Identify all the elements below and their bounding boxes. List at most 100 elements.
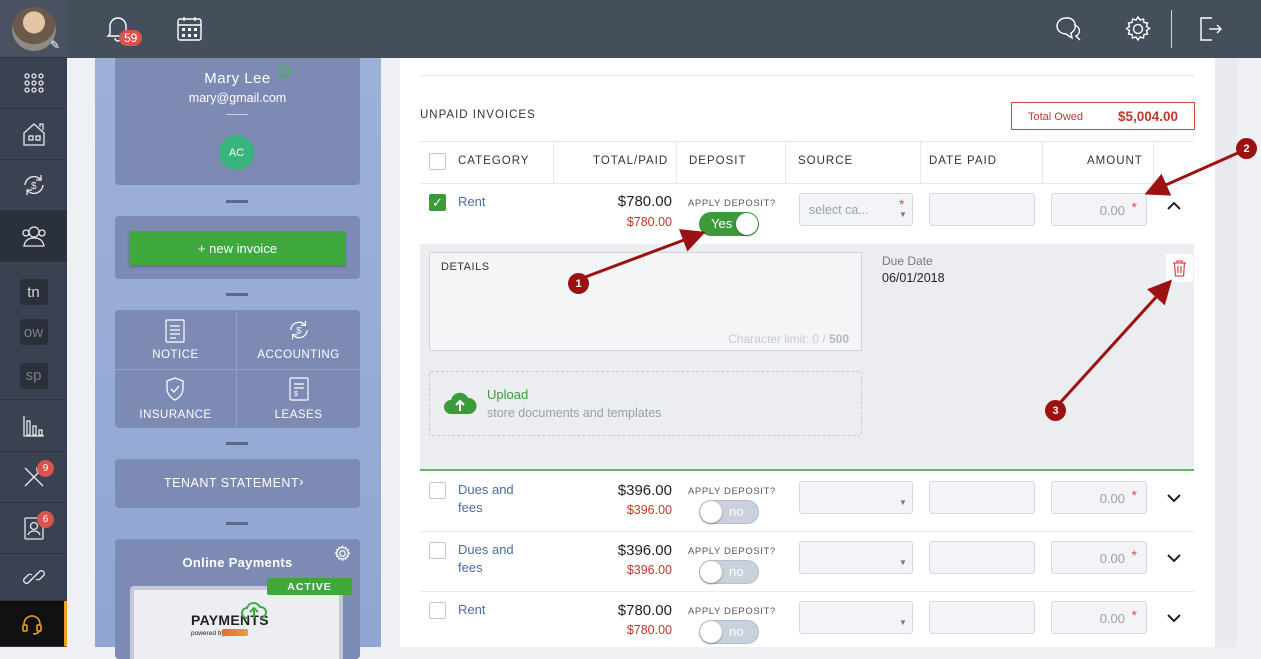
header-col-divider (785, 142, 786, 184)
rail-item-tn[interactable]: tn (0, 272, 67, 312)
chevron-right-icon: › (299, 473, 304, 489)
rail-label-ow: ow (19, 319, 48, 345)
leases-document-icon: $ (289, 377, 309, 401)
row-checkbox-checked[interactable]: ✓ (429, 194, 446, 211)
upload-dropzone[interactable]: Upload store documents and templates (429, 371, 862, 436)
deposit-toggle-off[interactable]: no (699, 500, 759, 524)
powered-by-logo-mark (222, 629, 248, 636)
delete-button[interactable] (1166, 254, 1193, 282)
support-headset-icon[interactable] (0, 601, 67, 647)
amount-input[interactable]: 0.00 * (1051, 541, 1147, 574)
accounting-link[interactable]: $ ACCOUNTING (237, 310, 360, 369)
logout-icon[interactable] (1197, 15, 1223, 48)
toggle-knob (700, 501, 722, 523)
svg-text:$: $ (294, 391, 298, 398)
row-category[interactable]: Rent (458, 601, 485, 619)
deposit-toggle-off[interactable]: no (699, 620, 759, 644)
amount-input[interactable]: 0.00 * (1051, 193, 1147, 226)
leases-link[interactable]: $ LEASES (237, 370, 360, 428)
payments-settings-gear-icon[interactable] (334, 545, 351, 562)
col-deposit: DEPOSIT (689, 155, 747, 167)
scroll-gutter (1215, 58, 1237, 647)
row-total: $780.00 (617, 193, 672, 210)
properties-icon[interactable] (0, 109, 67, 160)
select-arrow-icon: ▼ (899, 558, 907, 567)
profile-divider (226, 114, 248, 115)
annotation-callout-1: 1 (568, 273, 589, 294)
contacts-icon[interactable]: 6 (0, 503, 67, 554)
chat-icon[interactable] (1054, 15, 1084, 48)
rail-label-tn: tn (19, 279, 48, 305)
online-payments-card: Online Payments PAYMENTS powered by ACTI… (115, 539, 360, 659)
amount-input[interactable]: 0.00 * (1051, 601, 1147, 634)
notice-document-icon (165, 319, 185, 343)
details-label: DETAILS (441, 261, 490, 273)
insurance-link[interactable]: INSURANCE (115, 370, 236, 428)
source-select[interactable]: ▼ (799, 541, 913, 574)
settings-gear-icon[interactable] (1124, 15, 1152, 48)
expand-chevron-down-icon[interactable] (1166, 551, 1182, 569)
col-category: CATEGORY (458, 155, 530, 167)
collapse-chevron-up-icon[interactable] (1166, 199, 1182, 217)
tenants-icon[interactable] (0, 211, 67, 262)
select-arrow-icon: ▼ (899, 618, 907, 627)
new-invoice-button[interactable]: + new invoice (129, 231, 346, 265)
tenant-statement-button[interactable]: TENANT STATEMENT › (115, 459, 360, 508)
profile-card: Mary Lee mary@gmail.com AC (115, 58, 360, 185)
expand-chevron-down-icon[interactable] (1166, 491, 1182, 509)
rail-label-sp: sp (19, 362, 48, 389)
date-paid-input[interactable] (929, 481, 1035, 514)
pin-icon[interactable]: ✎ (50, 38, 60, 52)
deposit-toggle-off[interactable]: no (699, 560, 759, 584)
date-paid-input[interactable] (929, 601, 1035, 634)
apps-grid-icon[interactable] (0, 58, 67, 109)
row-category[interactable]: Dues and fees (458, 481, 528, 517)
amount-placeholder: 0.00 (1099, 491, 1125, 506)
contacts-badge: 6 (37, 511, 54, 528)
total-owed-box: Total Owed $5,004.00 (1011, 102, 1195, 130)
row-category[interactable]: Rent (458, 193, 485, 211)
row-total: $396.00 (617, 542, 672, 559)
payments-cycle-icon[interactable]: $ (0, 160, 67, 211)
details-textarea[interactable]: DETAILS Character limit: 0 / 500 (429, 252, 862, 351)
calendar-icon[interactable] (176, 15, 203, 47)
top-bar: 59 (67, 0, 1261, 58)
rail-item-ow[interactable]: ow (0, 312, 67, 352)
source-select[interactable]: ▼ (799, 481, 913, 514)
link-chain-icon[interactable] (0, 554, 67, 601)
char-limit-prefix: Character limit: 0 / (728, 332, 829, 346)
row-category[interactable]: Dues and fees (458, 541, 528, 577)
row-total: $396.00 (617, 482, 672, 499)
section-divider (226, 442, 248, 445)
insurance-label: INSURANCE (139, 409, 212, 421)
initials-avatar[interactable]: AC (219, 135, 254, 170)
rail-item-sp[interactable]: sp (0, 352, 67, 400)
avatar[interactable]: ✎ (0, 0, 67, 58)
trash-icon (1173, 260, 1186, 277)
deposit-toggle-text: no (729, 624, 744, 639)
amount-placeholder: 0.00 (1099, 611, 1125, 626)
notice-link[interactable]: NOTICE (115, 310, 236, 369)
header-col-divider (920, 142, 921, 184)
date-paid-input[interactable] (929, 541, 1035, 574)
payments-logo-frame[interactable]: PAYMENTS powered by (130, 586, 343, 659)
char-limit: Character limit: 0 / 500 (728, 332, 849, 346)
link-status-icon[interactable] (278, 66, 290, 78)
select-all-checkbox[interactable] (429, 153, 446, 170)
row-checkbox[interactable] (429, 542, 446, 559)
source-select[interactable]: ▼ (799, 601, 913, 634)
profile-email: mary@gmail.com (188, 91, 287, 105)
row-checkbox[interactable] (429, 602, 446, 619)
date-paid-input[interactable] (929, 193, 1035, 226)
maintenance-tools-icon[interactable]: 9 (0, 452, 67, 503)
deposit-toggle-on[interactable]: Yes (699, 212, 759, 236)
reports-chart-icon[interactable] (0, 400, 67, 452)
header-col-divider (676, 142, 677, 184)
amount-input[interactable]: 0.00 * (1051, 481, 1147, 514)
tools-badge: 9 (37, 460, 54, 477)
toggle-knob (700, 561, 722, 583)
expand-chevron-down-icon[interactable] (1166, 611, 1182, 629)
row-checkbox[interactable] (429, 482, 446, 499)
invoice-card: + new invoice (115, 216, 360, 279)
source-select[interactable]: select ca... * ▼ (799, 193, 913, 226)
